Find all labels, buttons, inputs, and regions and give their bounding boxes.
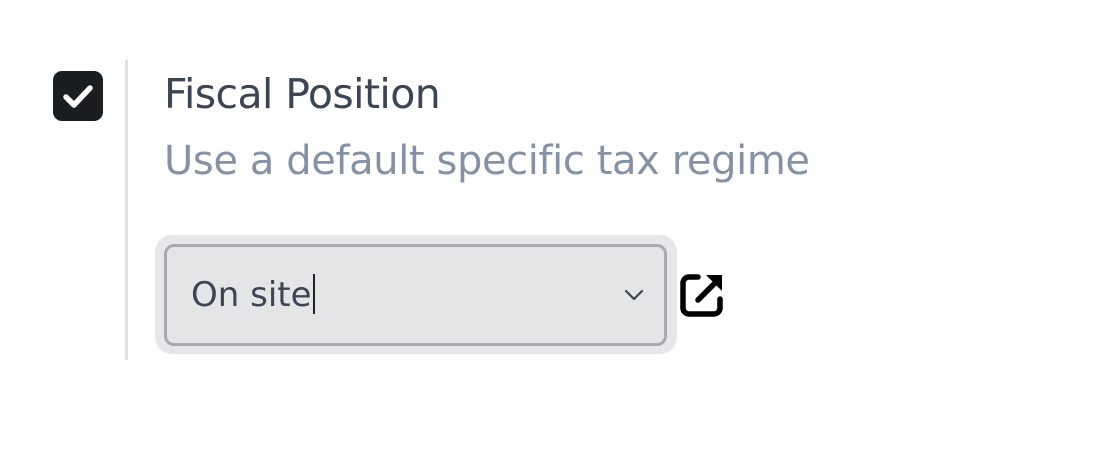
text-caret xyxy=(312,273,315,314)
setting-title: Fiscal Position xyxy=(164,70,441,118)
fiscal-position-setting: Fiscal Position Use a default specific t… xyxy=(0,0,1116,474)
fiscal-position-select[interactable]: On site xyxy=(164,244,667,346)
external-link-icon[interactable] xyxy=(679,271,726,318)
setting-divider xyxy=(125,60,128,360)
select-value-text: On site xyxy=(191,275,312,315)
check-icon xyxy=(63,85,93,108)
fiscal-position-checkbox[interactable] xyxy=(53,71,103,121)
setting-description: Use a default specific tax regime xyxy=(164,138,810,184)
chevron-down-icon xyxy=(624,289,644,301)
select-value: On site xyxy=(191,271,315,319)
